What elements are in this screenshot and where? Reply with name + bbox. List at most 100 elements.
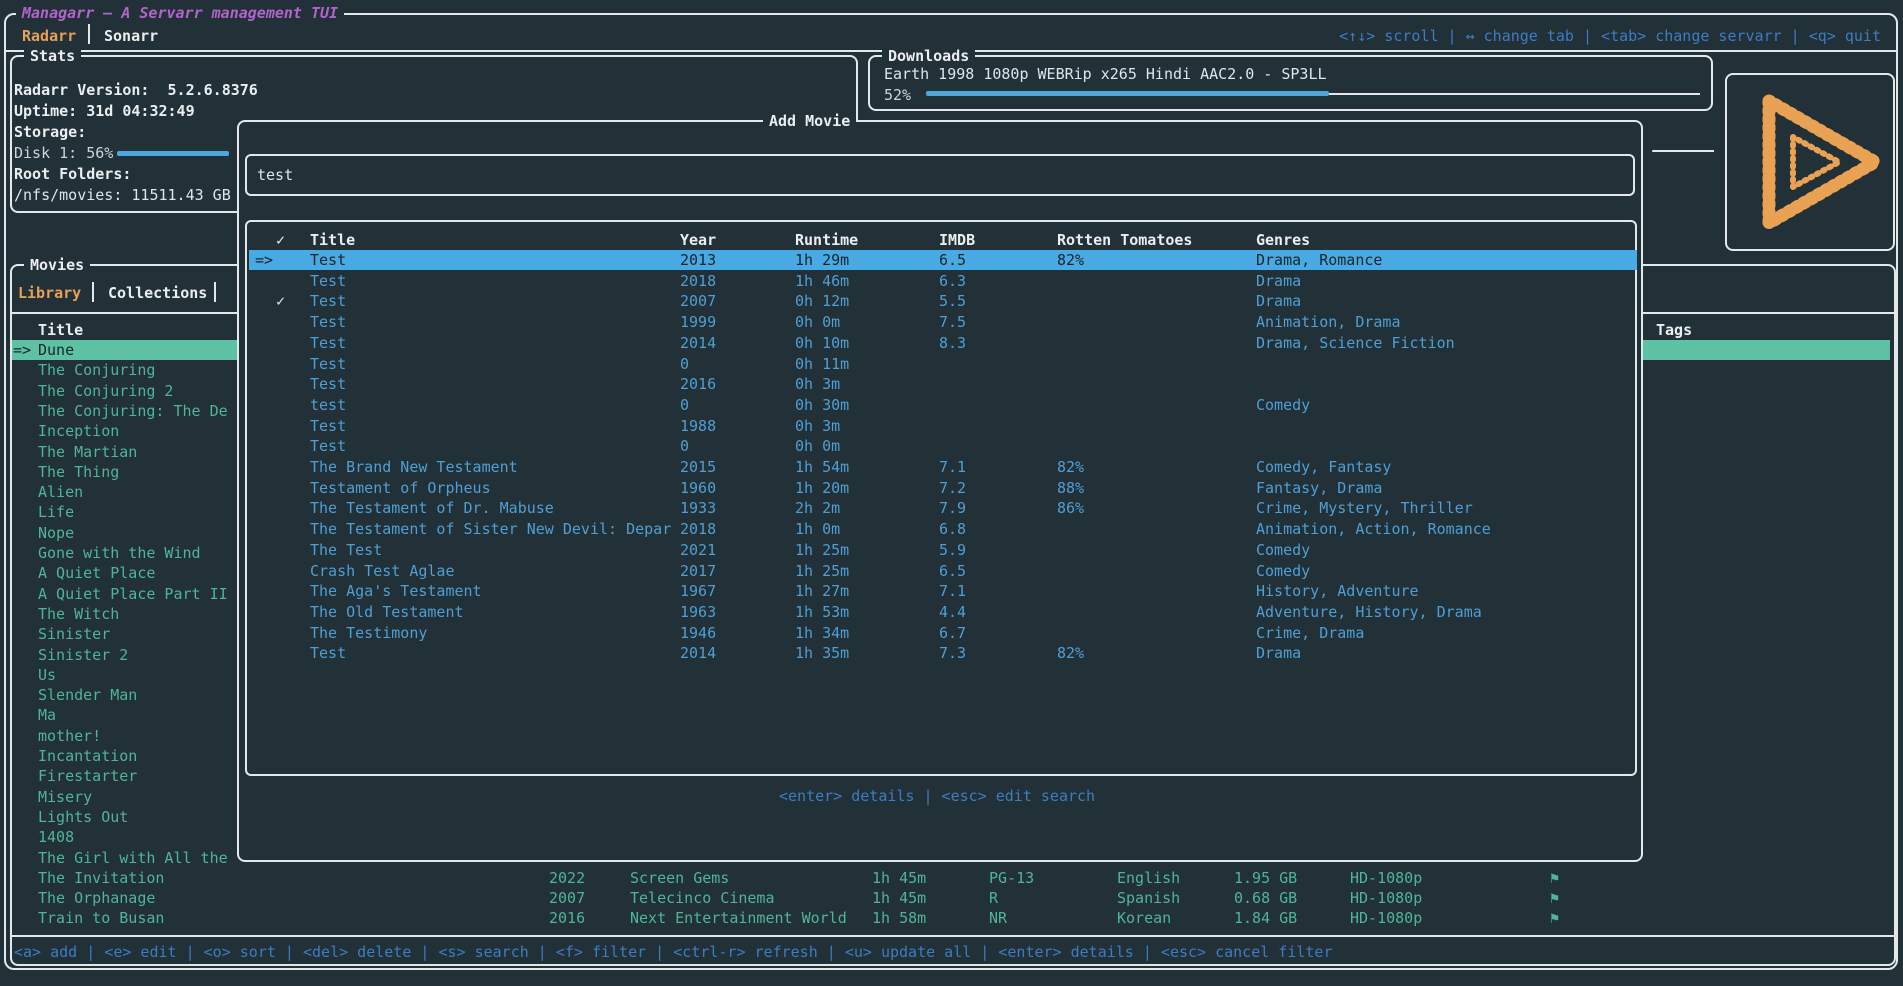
column-header: Runtime (795, 230, 858, 250)
result-cell: Comedy (1256, 561, 1310, 581)
modal-keybind-hints: <enter> details | <esc> edit search (779, 786, 1095, 806)
result-cell: Drama (1256, 643, 1301, 663)
result-cell: Drama (1256, 271, 1301, 291)
result-cell: 6.7 (939, 623, 966, 643)
result-cell: 1h 34m (795, 623, 849, 643)
stats-line: Storage: (14, 122, 86, 142)
result-cell: 0h 11m (795, 354, 849, 374)
tab-divider (88, 24, 90, 44)
column-header: Genres (1256, 230, 1310, 250)
result-cell: 1h 25m (795, 540, 849, 560)
disk-usage-gauge (117, 151, 229, 156)
result-cell: Test (310, 312, 346, 332)
result-cell: 7.1 (939, 457, 966, 477)
result-cell: 82% (1057, 250, 1084, 270)
result-cell: 0h 10m (795, 333, 849, 353)
tab-collections[interactable]: Collections (108, 283, 207, 303)
result-cell: Test (310, 250, 346, 270)
tab-sonarr[interactable]: Sonarr (104, 26, 158, 46)
result-row[interactable] (249, 374, 1637, 394)
result-cell: 1946 (680, 623, 716, 643)
stats-line: Radarr Version: 5.2.6.8376 (14, 80, 258, 100)
download-progress-bar-track (1329, 93, 1700, 95)
movies-tab-divider (92, 282, 94, 302)
result-cell: 2h 2m (795, 498, 840, 518)
check-column-header-icon: ✓ (276, 230, 285, 250)
hidden-panel-border-fragment (1652, 150, 1714, 152)
result-cell: 88% (1057, 478, 1084, 498)
result-cell: 1h 29m (795, 250, 849, 270)
result-cell: 1h 53m (795, 602, 849, 622)
tab-library[interactable]: Library (18, 283, 81, 303)
result-cell: History, Adventure (1256, 581, 1419, 601)
result-cell: test (310, 395, 346, 415)
result-cell: 2014 (680, 333, 716, 353)
result-cell: Adventure, History, Drama (1256, 602, 1482, 622)
result-cell: The Old Testament (310, 602, 464, 622)
result-cell: 2018 (680, 271, 716, 291)
result-cell: 2018 (680, 519, 716, 539)
result-cell: 1h 25m (795, 561, 849, 581)
result-cell: Comedy, Fantasy (1256, 457, 1391, 477)
result-cell: 2013 (680, 250, 716, 270)
result-cell: Fantasy, Drama (1256, 478, 1382, 498)
result-cell: 82% (1057, 643, 1084, 663)
result-cell: 86% (1057, 498, 1084, 518)
result-cell: 1999 (680, 312, 716, 332)
movies-tab-divider-2 (214, 282, 216, 302)
tab-radarr[interactable]: Radarr (22, 26, 76, 46)
movies-panel-title: Movies (24, 256, 90, 274)
result-cell: Test (310, 354, 346, 374)
result-cell: 0h 3m (795, 416, 840, 436)
column-header: Title (310, 230, 355, 250)
result-cell: Test (310, 416, 346, 436)
result-cell: 1988 (680, 416, 716, 436)
result-cell: 0h 0m (795, 312, 840, 332)
result-cell: Drama, Science Fiction (1256, 333, 1455, 353)
result-cell: 0h 0m (795, 436, 840, 456)
result-cell: 5.9 (939, 540, 966, 560)
result-row[interactable] (249, 436, 1637, 456)
add-movie-search-input[interactable] (257, 165, 1617, 185)
result-cell: Test (310, 374, 346, 394)
result-cell: 6.5 (939, 250, 966, 270)
result-row[interactable] (249, 395, 1637, 415)
result-cell: Test (310, 436, 346, 456)
stats-panel-title: Stats (24, 47, 81, 65)
result-cell: 1h 35m (795, 643, 849, 663)
stats-line: Disk 1: 56% (14, 143, 113, 163)
download-percent-label: 52% (884, 85, 911, 105)
result-row[interactable] (249, 354, 1637, 374)
selection-arrow: => (255, 250, 273, 270)
result-row[interactable] (249, 416, 1637, 436)
result-cell: 0h 12m (795, 291, 849, 311)
result-cell: 1h 0m (795, 519, 840, 539)
result-cell: The Aga's Testament (310, 581, 482, 601)
result-cell: 1h 20m (795, 478, 849, 498)
result-cell: 82% (1057, 457, 1084, 477)
result-cell: Crash Test Aglae (310, 561, 455, 581)
managarr-logo (1727, 75, 1893, 249)
stats-line: Uptime: 31d 04:32:49 (14, 101, 195, 121)
result-cell: 7.5 (939, 312, 966, 332)
result-cell: Comedy (1256, 395, 1310, 415)
stats-line: /nfs/movies: 11511.43 GB (14, 185, 231, 205)
result-cell: 7.1 (939, 581, 966, 601)
result-cell: 5.5 (939, 291, 966, 311)
result-cell: 0h 30m (795, 395, 849, 415)
result-cell: 1h 54m (795, 457, 849, 477)
result-cell: 2015 (680, 457, 716, 477)
download-item-name: Earth 1998 1080p WEBRip x265 Hindi AAC2.… (884, 64, 1327, 84)
result-cell: Comedy (1256, 540, 1310, 560)
in-library-check-icon: ✓ (276, 291, 285, 311)
downloads-panel-title: Downloads (882, 47, 975, 65)
result-cell: 2007 (680, 291, 716, 311)
result-cell: 1967 (680, 581, 716, 601)
result-cell: 6.5 (939, 561, 966, 581)
result-cell: 2017 (680, 561, 716, 581)
result-cell: Test (310, 291, 346, 311)
column-header: IMDB (939, 230, 975, 250)
result-cell: Drama, Romance (1256, 250, 1382, 270)
result-cell: 2014 (680, 643, 716, 663)
result-cell: The Testament of Dr. Mabuse (310, 498, 554, 518)
